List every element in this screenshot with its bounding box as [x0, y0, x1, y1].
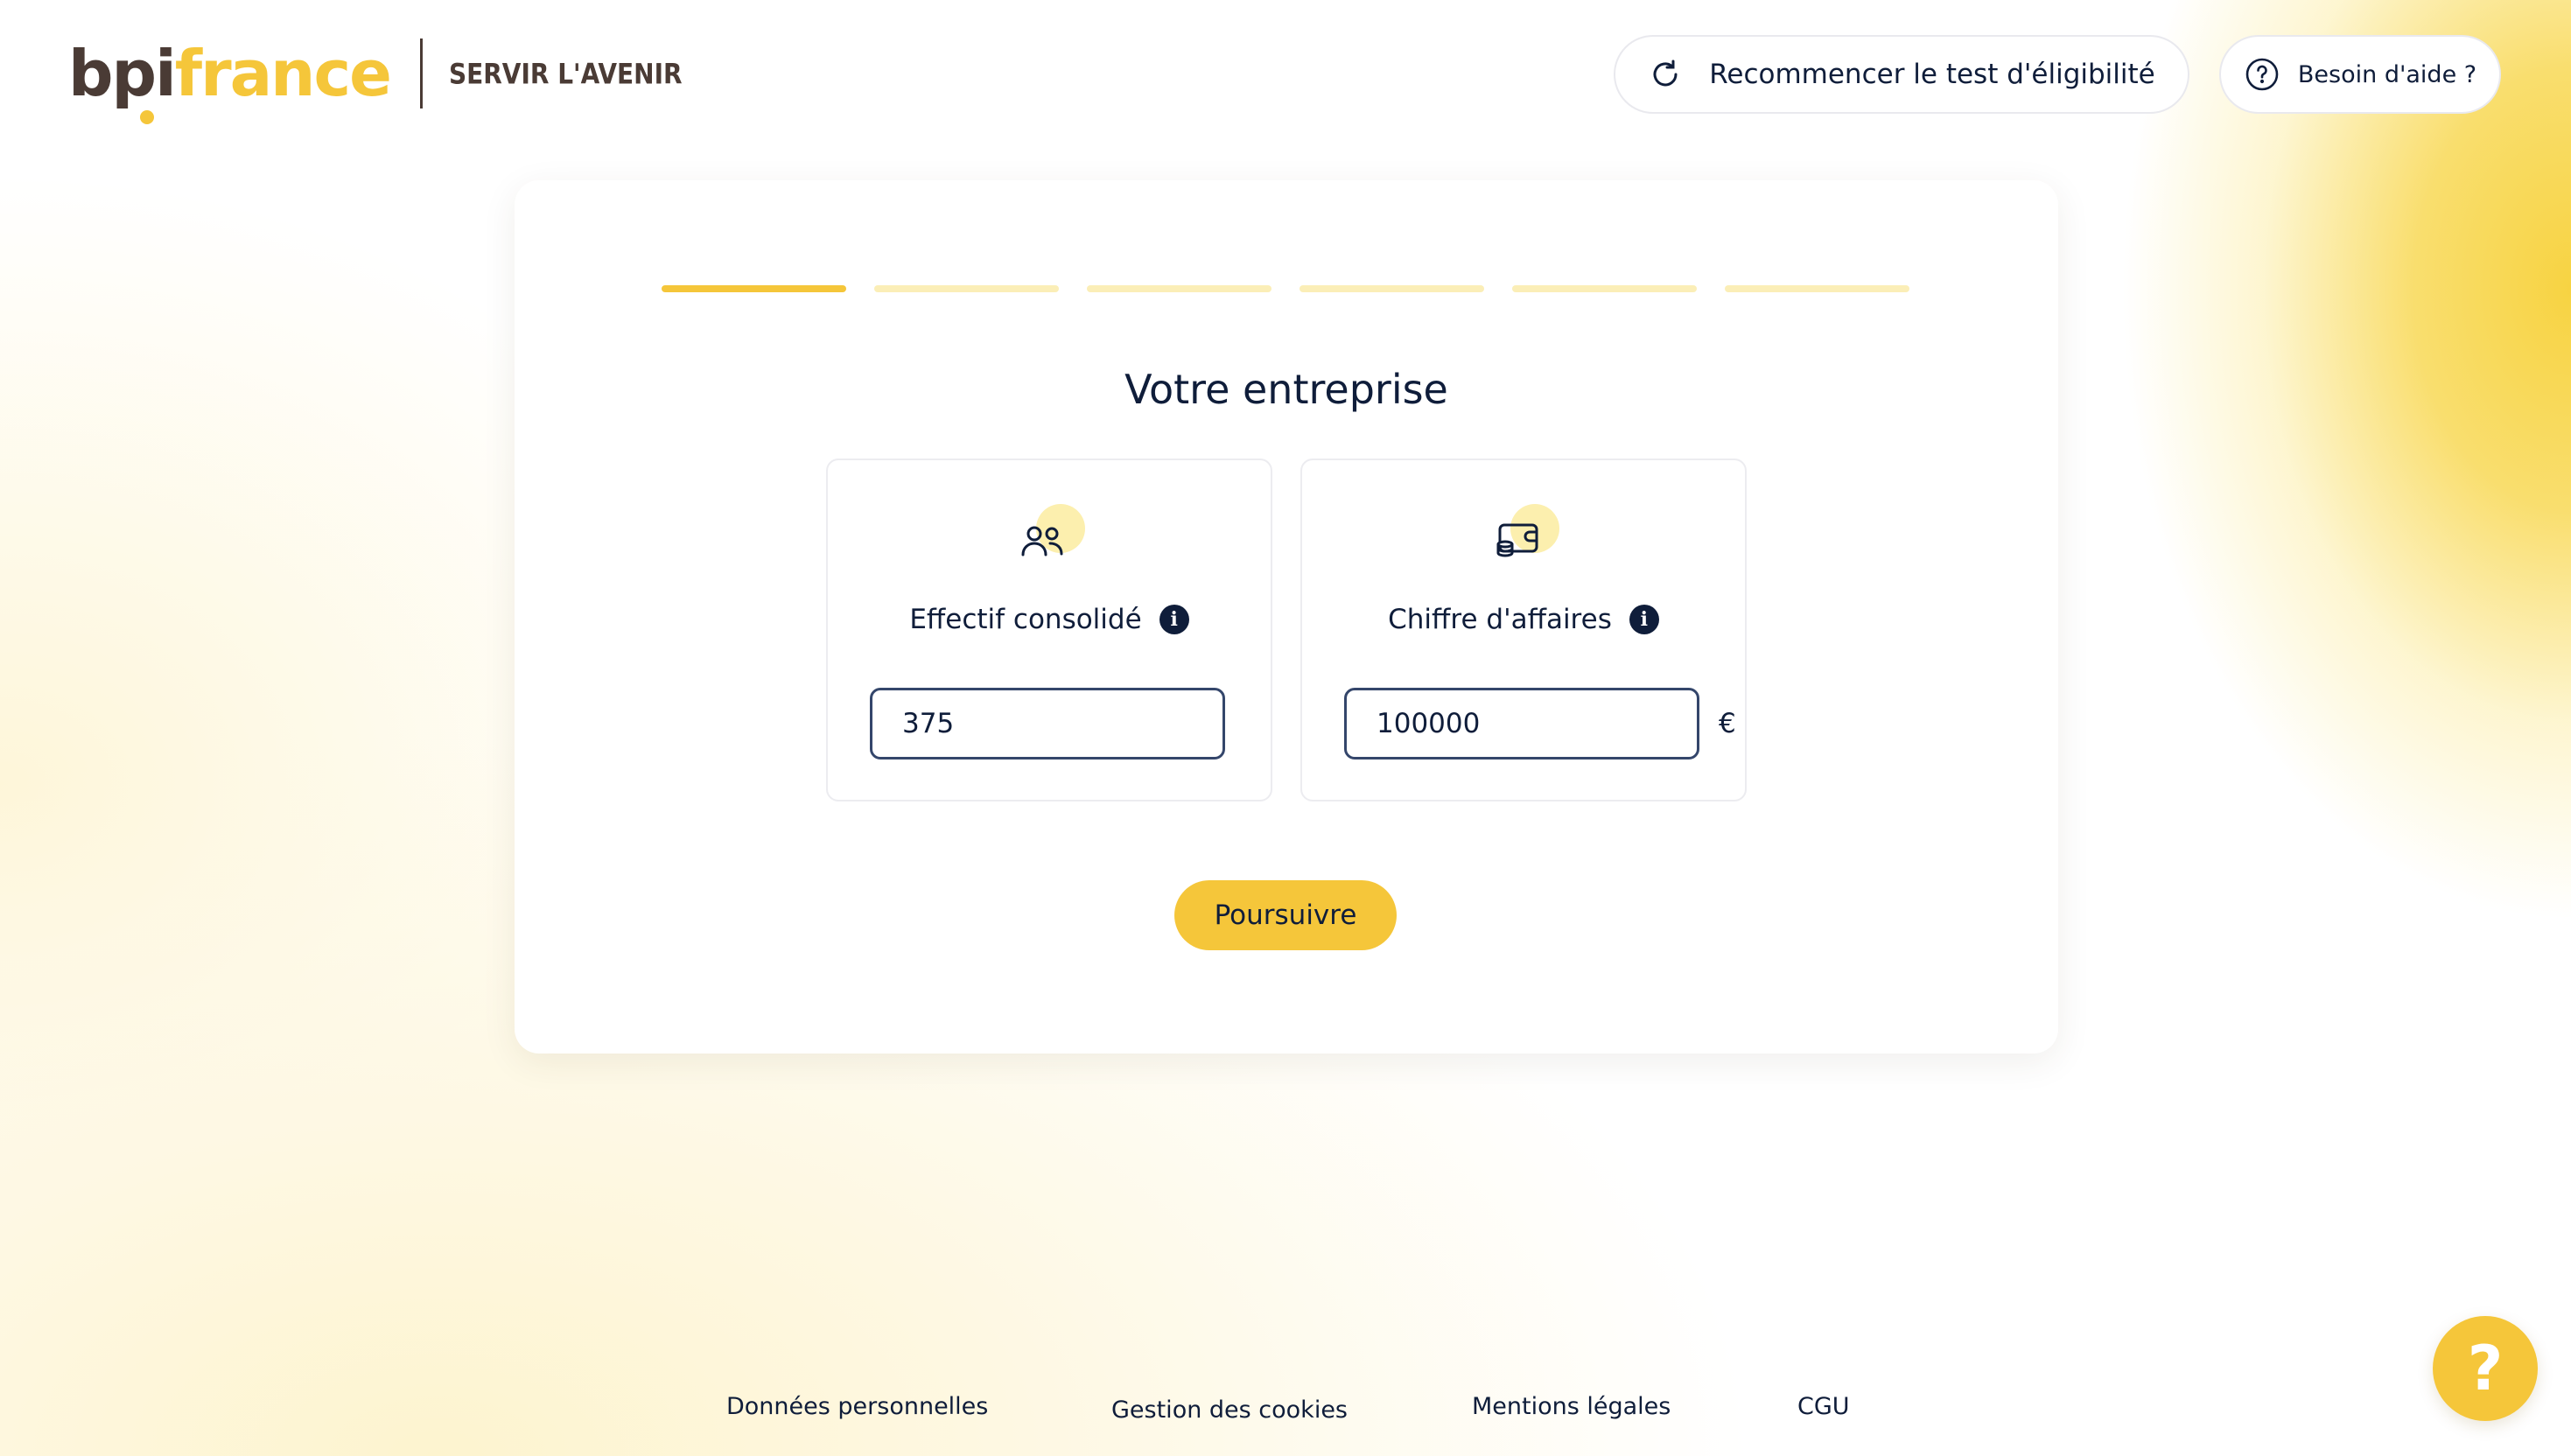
footer-link-cookies[interactable]: Gestion des cookies	[1111, 1396, 1348, 1424]
revenue-label-row: Chiffre d'affaires i	[1302, 604, 1745, 635]
revenue-input-wrapper: €	[1344, 688, 1736, 760]
bpifrance-logo[interactable]: bpifrance SERVIR L'AVENIR	[68, 32, 683, 124]
info-icon[interactable]: i	[1159, 605, 1189, 634]
progress-step-2	[874, 285, 1059, 292]
restart-test-button[interactable]: Recommencer le test d'éligibilité	[1614, 35, 2189, 114]
logo-france: france	[174, 37, 392, 110]
refresh-icon	[1648, 57, 1683, 92]
form-card: Votre entreprise Effectif consolidé i 37…	[515, 180, 2058, 1054]
logo-dot	[140, 110, 154, 124]
continue-button[interactable]: Poursuivre	[1174, 880, 1397, 950]
logo-separator	[419, 38, 423, 108]
employees-input[interactable]	[902, 708, 1244, 739]
logo-wordmark: bpifrance	[68, 42, 392, 124]
footer-link-legal[interactable]: Mentions légales	[1472, 1393, 1671, 1420]
footer-link-cgu[interactable]: CGU	[1797, 1393, 1850, 1420]
euro-suffix: €	[1719, 708, 1736, 739]
employees-label-row: Effectif consolidé i	[828, 604, 1271, 635]
question-circle-icon	[2244, 56, 2280, 93]
progress-step-3	[1087, 285, 1271, 292]
progress-steps	[662, 285, 1909, 292]
logo-slogan: SERVIR L'AVENIR	[448, 57, 683, 90]
footer-link-personal-data[interactable]: Données personnelles	[726, 1393, 988, 1420]
revenue-label: Chiffre d'affaires	[1388, 604, 1612, 635]
employees-field-card: Effectif consolidé i	[826, 458, 1272, 802]
employees-label: Effectif consolidé	[909, 604, 1142, 635]
progress-step-6	[1725, 285, 1909, 292]
form-title: Votre entreprise	[1124, 366, 1448, 413]
people-icon	[1010, 504, 1089, 583]
employees-input-wrapper	[870, 688, 1244, 760]
help-button[interactable]: Besoin d'aide ?	[2219, 35, 2501, 114]
progress-step-1	[662, 285, 846, 292]
revenue-field-card: Chiffre d'affaires i €	[1300, 458, 1747, 802]
coins-wallet-icon	[1484, 504, 1563, 583]
progress-step-5	[1512, 285, 1697, 292]
logo-bpi: bpi	[68, 37, 177, 110]
help-label: Besoin d'aide ?	[2297, 60, 2477, 88]
info-icon[interactable]: i	[1629, 605, 1659, 634]
question-mark-icon: ?	[2467, 1333, 2504, 1404]
restart-test-label: Recommencer le test d'éligibilité	[1709, 59, 2155, 90]
help-fab-button[interactable]: ?	[2433, 1316, 2538, 1421]
progress-step-4	[1300, 285, 1484, 292]
revenue-input[interactable]	[1377, 708, 1719, 739]
